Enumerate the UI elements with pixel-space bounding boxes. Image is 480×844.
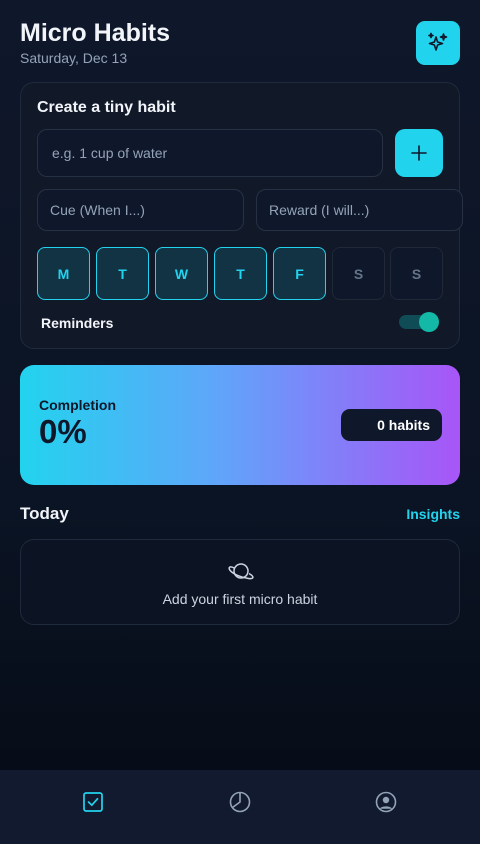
empty-state-card: Add your first micro habit — [20, 539, 460, 625]
reward-input[interactable] — [256, 189, 463, 231]
page-title: Micro Habits — [20, 19, 171, 47]
completion-label: Completion — [39, 397, 116, 413]
nav-habits[interactable] — [80, 789, 106, 815]
app-screen: Micro Habits Saturday, Dec 13 Create a t… — [0, 0, 480, 844]
toggle-knob — [419, 312, 439, 332]
reminders-toggle[interactable] — [399, 312, 439, 332]
add-habit-button[interactable] — [395, 129, 443, 177]
day-toggle-saturday[interactable]: S — [332, 247, 385, 300]
day-toggle-wednesday[interactable]: W — [155, 247, 208, 300]
sparkles-icon — [428, 32, 448, 51]
checkbox-icon — [83, 792, 103, 812]
day-toggle-friday[interactable]: F — [273, 247, 326, 300]
completion-value: 0% — [39, 413, 87, 450]
completion-card: Completion 0% 0 habits — [20, 365, 460, 485]
day-toggle-monday[interactable]: M — [37, 247, 90, 300]
nav-stats[interactable] — [227, 789, 253, 815]
today-section-header: Today Insights — [20, 504, 460, 524]
day-toggle-tuesday[interactable]: T — [96, 247, 149, 300]
cue-input[interactable] — [37, 189, 244, 231]
day-toggle-thursday[interactable]: T — [214, 247, 267, 300]
nav-profile[interactable] — [373, 789, 399, 815]
empty-state-text: Add your first micro habit — [162, 591, 318, 607]
create-habit-title: Create a tiny habit — [37, 99, 176, 116]
user-circle-icon — [375, 791, 397, 813]
reminders-label: Reminders — [41, 315, 114, 331]
planet-icon — [228, 563, 254, 580]
pie-chart-icon — [229, 791, 251, 813]
header: Micro Habits Saturday, Dec 13 — [20, 18, 460, 66]
habit-name-input[interactable] — [37, 129, 383, 177]
sparkles-button[interactable] — [416, 21, 460, 65]
plus-icon — [411, 145, 427, 161]
day-toggle-sunday[interactable]: S — [390, 247, 443, 300]
bottom-nav — [0, 770, 480, 844]
create-habit-card: Create a tiny habit M T W T F S S Remind… — [20, 82, 463, 349]
page-date: Saturday, Dec 13 — [20, 50, 128, 66]
habits-count-badge: 0 habits — [341, 409, 442, 441]
today-title: Today — [20, 504, 69, 523]
insights-link[interactable]: Insights — [406, 506, 460, 522]
